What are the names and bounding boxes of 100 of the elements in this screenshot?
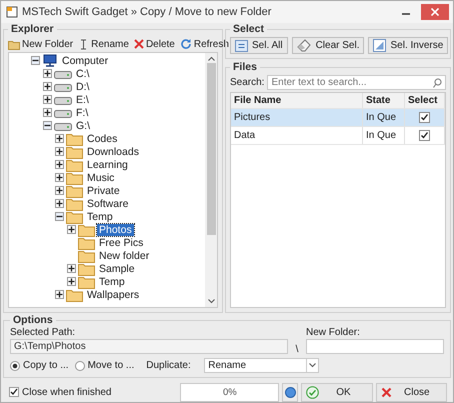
list-icon (235, 40, 248, 52)
toolbar-button[interactable]: Refresh (180, 38, 229, 50)
radio-option[interactable]: Copy to ... (10, 360, 69, 371)
folder-icon (78, 274, 95, 288)
expand-icon[interactable] (67, 277, 76, 286)
tree-item[interactable]: New folder (97, 250, 152, 262)
expand-icon[interactable] (55, 160, 64, 169)
search-label: Search: (230, 77, 264, 88)
expand-icon[interactable] (55, 290, 64, 299)
radio-option[interactable]: Move to ... (74, 360, 134, 371)
close-button[interactable]: Close (376, 382, 447, 402)
computer-icon (42, 54, 58, 67)
expand-icon[interactable] (43, 95, 52, 104)
drive-icon (54, 94, 72, 104)
tree-item[interactable]: C:\ (74, 68, 92, 80)
folder-icon (66, 170, 83, 184)
select-button[interactable]: Clear Sel. (292, 37, 364, 54)
new-folder-field[interactable] (306, 339, 444, 354)
close-when-finished-checkbox[interactable]: Close when finished (9, 386, 178, 398)
checkbox[interactable] (419, 130, 430, 141)
table-cell: In Que (363, 109, 405, 126)
scroll-down-icon (208, 299, 214, 304)
table-row[interactable]: Pictures In Que (231, 109, 445, 127)
table-cell: Data (231, 127, 363, 144)
tree-item[interactable]: Free Pics (97, 236, 146, 248)
expand-icon[interactable] (67, 225, 76, 234)
toolbar-button[interactable]: New Folder (8, 38, 74, 50)
folder-icon (66, 158, 83, 172)
scrollbar-thumb[interactable] (206, 63, 216, 235)
folder-icon (8, 38, 20, 50)
duplicate-dropdown[interactable]: Rename (204, 358, 320, 373)
tree-item[interactable]: F:\ (74, 106, 90, 118)
delete-icon (134, 39, 144, 49)
tree-item[interactable]: Software (85, 198, 130, 210)
tree-item[interactable]: Temp (97, 276, 127, 288)
folder-icon (78, 222, 95, 236)
tree-item[interactable]: G:\ (74, 120, 92, 132)
checkbox[interactable] (419, 112, 430, 123)
tree-item[interactable]: Wallpapers (85, 288, 142, 300)
select-button[interactable]: Sel. Inverse (368, 37, 448, 54)
tree-item[interactable]: Sample (97, 262, 137, 274)
field-label: New Folder: (306, 327, 361, 338)
tree-item[interactable]: D:\ (74, 80, 92, 92)
scrollbar[interactable] (205, 53, 217, 307)
tree-item[interactable]: Temp (85, 210, 115, 222)
select-button[interactable]: Sel. All (230, 37, 288, 54)
help-button[interactable] (282, 382, 298, 402)
toolbar-button[interactable]: Rename (78, 38, 129, 50)
field-label: Duplicate: (146, 360, 192, 371)
collapse-icon[interactable] (55, 212, 64, 221)
expand-icon[interactable] (67, 264, 76, 273)
panel-title: Options (12, 314, 54, 326)
progress-reading: 0% (222, 386, 237, 398)
tree-item[interactable]: Computer (60, 54, 110, 66)
expand-icon[interactable] (43, 69, 52, 78)
expand-icon[interactable] (43, 82, 52, 91)
table-row[interactable]: Data In Que (231, 127, 445, 145)
app-icon (6, 6, 18, 18)
path-separator: \ (294, 344, 300, 355)
drive-icon (54, 82, 72, 92)
path-field[interactable]: G:\Temp\Photos (10, 339, 288, 354)
toolbar-button[interactable]: Delete (134, 38, 175, 50)
collapse-icon[interactable] (31, 56, 40, 65)
check-circle-icon (306, 386, 320, 398)
inverse-icon (373, 39, 386, 52)
scroll-up-icon (208, 56, 214, 61)
tree-item[interactable]: Private (85, 184, 122, 196)
tree-item[interactable]: Learning (85, 158, 130, 170)
panel-title: Explorer (10, 23, 55, 35)
column-header[interactable]: File Name (231, 93, 363, 108)
table-cell: Pictures (231, 109, 363, 126)
tree-item[interactable]: E:\ (74, 94, 91, 106)
expand-icon[interactable] (43, 108, 52, 117)
collapse-icon[interactable] (43, 121, 52, 130)
tree-item[interactable]: Downloads (85, 146, 141, 158)
panel-title: Select (232, 23, 265, 35)
expand-icon[interactable] (55, 173, 64, 182)
ok-button[interactable]: OK (301, 382, 373, 402)
tree-item[interactable]: Music (85, 172, 116, 184)
folder-icon (66, 210, 83, 224)
expand-icon[interactable] (55, 199, 64, 208)
column-header[interactable]: State (363, 93, 405, 108)
field-label: Selected Path: (10, 327, 76, 338)
folder-icon (78, 236, 95, 250)
folder-icon (66, 132, 83, 146)
expand-icon[interactable] (55, 186, 64, 195)
folder-icon (78, 248, 95, 262)
expand-icon[interactable] (55, 147, 64, 156)
column-header[interactable]: Select (405, 93, 445, 108)
tree-item[interactable]: Photos (97, 224, 134, 236)
folder-icon (66, 288, 83, 302)
folder-icon (78, 262, 95, 276)
expand-icon[interactable] (55, 134, 64, 143)
caret-icon (309, 363, 316, 368)
window-title: MSTech Swift Gadget » Copy / Move to new Folder (22, 6, 272, 18)
search-field[interactable]: Enter text to search... (267, 75, 446, 90)
drive-icon (54, 120, 72, 130)
eraser-icon (296, 39, 312, 52)
close-button[interactable] (421, 4, 449, 20)
tree-item[interactable]: Codes (85, 132, 120, 144)
